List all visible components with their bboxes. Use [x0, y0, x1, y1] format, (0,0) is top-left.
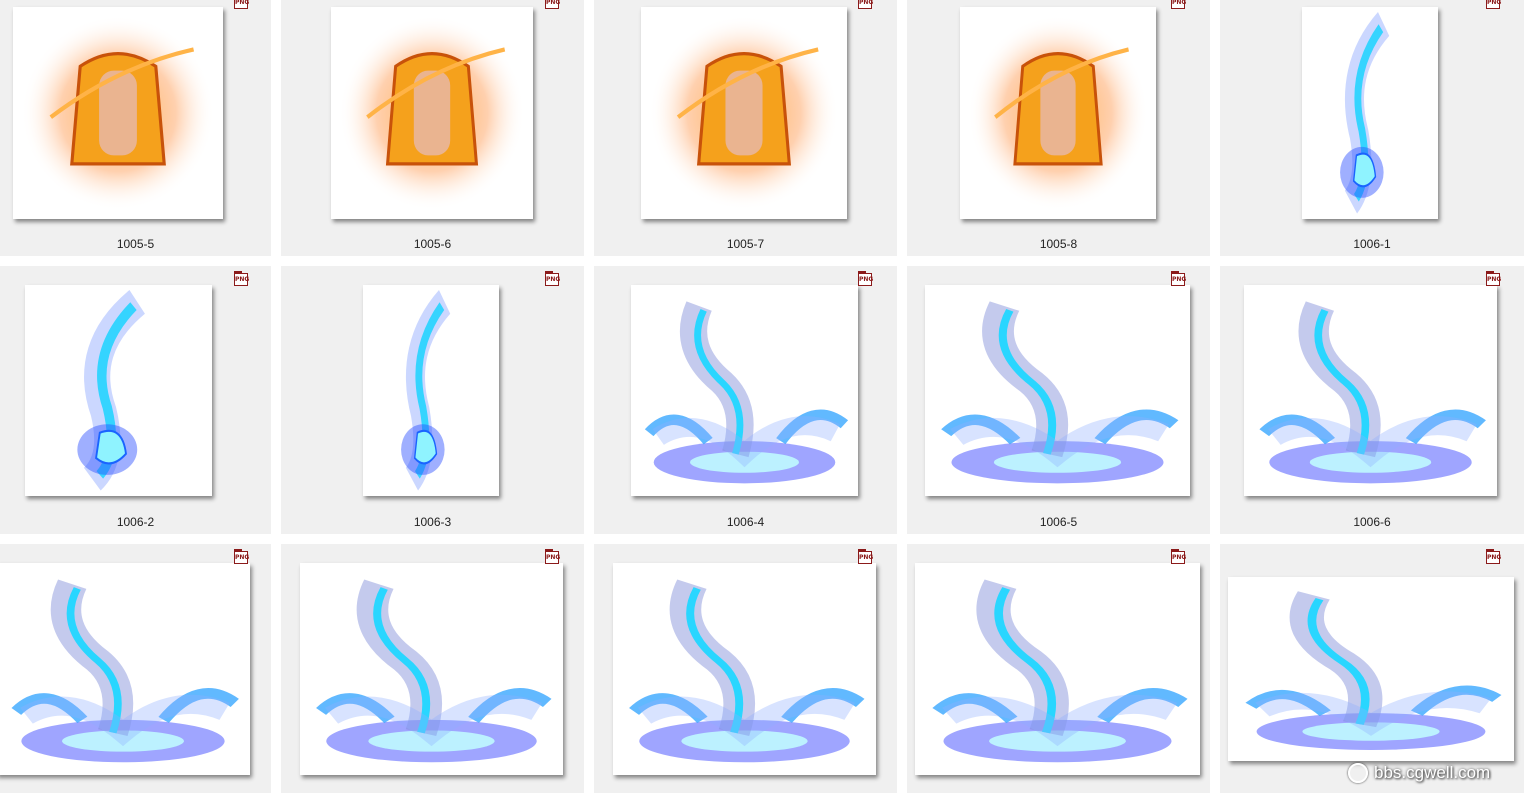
splash-effect-artwork: [644, 301, 849, 484]
splash-effect-artwork: [932, 579, 1188, 763]
thumbnail-image: [1302, 7, 1438, 219]
thumbnail-image: [1228, 577, 1514, 761]
png-file-icon: PNG: [858, 0, 873, 9]
png-file-icon: PNG: [234, 271, 249, 286]
splash-effect-artwork: [1259, 301, 1486, 484]
splash-effect-artwork: [11, 579, 239, 763]
png-file-icon: PNG: [1171, 271, 1186, 286]
file-tile[interactable]: PNG: [907, 544, 1210, 793]
splash-effect-artwork: [941, 301, 1179, 484]
cgwell-logo-icon: [1348, 763, 1368, 783]
png-file-icon: PNG: [234, 549, 249, 564]
watermark: bbs.cgwell.com: [1348, 760, 1490, 786]
file-tile[interactable]: PNG: [594, 544, 897, 793]
file-tile[interactable]: PNG 1006-4: [594, 266, 897, 534]
thumbnail-image: [331, 7, 533, 219]
dragon-effect-artwork: [77, 289, 146, 491]
file-name-label: 1006-4: [726, 515, 765, 529]
file-name-label: 1005-8: [1039, 237, 1078, 251]
dragon-effect-artwork: [1340, 11, 1390, 214]
file-tile[interactable]: PNG 1006-6: [1220, 266, 1524, 534]
thumbnail-image: [0, 563, 250, 775]
file-tile[interactable]: PNG: [0, 544, 271, 793]
dragon-effect-artwork: [401, 289, 451, 491]
thumbnail-image: [363, 285, 499, 496]
png-file-icon: PNG: [1171, 0, 1186, 9]
bell-effect-artwork: [967, 15, 1149, 211]
file-tile[interactable]: PNG 1005-8: [907, 0, 1210, 256]
file-tile[interactable]: PNG 1006-2: [0, 266, 271, 534]
thumbnail-image: [613, 563, 876, 775]
png-file-icon: PNG: [1171, 549, 1186, 564]
file-tile[interactable]: PNG 1006-1: [1220, 0, 1524, 256]
png-file-icon: PNG: [858, 271, 873, 286]
splash-effect-artwork: [1245, 591, 1502, 750]
thumbnail-image: [915, 563, 1200, 775]
file-name-label: 1006-5: [1039, 515, 1078, 529]
file-thumbnail-grid: PNG 1005-5 PNG 1005-6 PNG 1005-7 PNG 100…: [0, 0, 1524, 793]
thumbnail-image: [925, 285, 1190, 496]
bell-effect-artwork: [649, 15, 839, 211]
file-tile[interactable]: PNG: [281, 544, 584, 793]
thumbnail-image: [960, 7, 1156, 219]
png-file-icon: PNG: [1486, 549, 1501, 564]
file-name-label: 1006-2: [116, 515, 155, 529]
file-tile[interactable]: PNG 1006-3: [281, 266, 584, 534]
thumbnail-image: [631, 285, 858, 496]
png-file-icon: PNG: [1486, 271, 1501, 286]
file-tile[interactable]: PNG: [1220, 544, 1524, 793]
watermark-text: bbs.cgwell.com: [1374, 763, 1491, 782]
splash-effect-artwork: [629, 579, 865, 763]
file-name-label: 1006-3: [413, 515, 452, 529]
thumbnail-image: [1244, 285, 1497, 496]
bell-effect-artwork: [21, 15, 215, 211]
png-file-icon: PNG: [234, 0, 249, 9]
png-file-icon: PNG: [858, 549, 873, 564]
file-tile[interactable]: PNG 1006-5: [907, 266, 1210, 534]
file-tile[interactable]: PNG 1005-5: [0, 0, 271, 256]
bell-effect-artwork: [339, 15, 525, 211]
png-file-icon: PNG: [545, 549, 560, 564]
file-name-label: 1005-6: [413, 237, 452, 251]
file-name-label: 1005-5: [116, 237, 155, 251]
file-name-label: 1006-6: [1353, 515, 1391, 529]
thumbnail-image: [641, 7, 847, 219]
thumbnail-image: [13, 7, 223, 219]
png-file-icon: PNG: [545, 0, 560, 9]
splash-effect-artwork: [316, 579, 552, 763]
png-file-icon: PNG: [545, 271, 560, 286]
file-name-label: 1005-7: [726, 237, 765, 251]
png-file-icon: PNG: [1486, 0, 1501, 9]
file-tile[interactable]: PNG 1005-7: [594, 0, 897, 256]
thumbnail-image: [25, 285, 212, 496]
thumbnail-image: [300, 563, 563, 775]
file-tile[interactable]: PNG 1005-6: [281, 0, 584, 256]
file-name-label: 1006-1: [1353, 237, 1391, 251]
